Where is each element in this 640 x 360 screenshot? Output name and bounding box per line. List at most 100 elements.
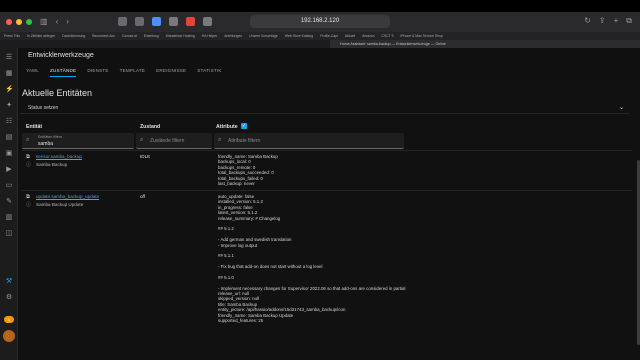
energy-icon[interactable]: ⚡ xyxy=(5,86,14,94)
home-assistant-app: ☰ ▦ ⚡ ✦ ☷ ▤ ▣ ▶ ▭ ✎ ▥ ◫ ⚒ ⚙ 1 Entwickler… xyxy=(0,48,640,360)
attributes-filter-field[interactable]: ⌕ xyxy=(214,133,404,149)
bookmark-item[interactable]: Press This xyxy=(4,34,20,38)
table-row: ⧉ update.samba_backup_update ⓘ Samba Bac… xyxy=(22,190,632,358)
bookmark-item[interactable]: Unsere Vorschläge xyxy=(249,34,278,38)
entity-filter-value: samba xyxy=(38,141,54,147)
info-icon[interactable]: ⓘ xyxy=(26,161,31,168)
hacs-icon[interactable]: ▣ xyxy=(5,150,13,158)
overview-icon[interactable]: ▦ xyxy=(5,70,13,78)
bookmark-item[interactable]: Aktuell xyxy=(345,34,355,38)
bookmark-item[interactable]: iPhone & Mac Service Shop xyxy=(401,34,443,38)
sidebar-toggle-icon[interactable]: ▥ xyxy=(40,18,48,26)
share-icon[interactable]: ⇪ xyxy=(599,16,606,26)
browser-toolbar: ▥ ‹ › 192.168.2.120 ↻ ⇪ + ⧉ xyxy=(0,12,640,32)
entity-filter-label: Entitäten filtern xyxy=(38,135,62,139)
tab-template[interactable]: TEMPLATE xyxy=(120,68,146,77)
extension-icon[interactable] xyxy=(186,17,195,26)
bookmark-item[interactable]: Beconnect.Acc xyxy=(92,34,115,38)
attribute-line: last_backup: never xyxy=(218,180,255,186)
dev-tools-tabs: YAML ZUSTÄNDE DIENSTE TEMPLATE EREIGNISS… xyxy=(26,68,222,77)
state-filter-field[interactable]: ⌕ xyxy=(136,133,250,149)
search-icon: ⌕ xyxy=(140,137,144,143)
settings-icon[interactable]: ⚙ xyxy=(5,294,13,302)
media-icon[interactable]: ▶ xyxy=(5,166,13,174)
browser-tab-active[interactable]: Home Assistant: samba-backup — Entwickle… xyxy=(330,40,640,48)
tab-overview-icon[interactable]: ⧉ xyxy=(626,16,632,26)
back-icon[interactable]: ‹ xyxy=(56,18,59,26)
search-icon: ⌕ xyxy=(218,137,222,143)
column-header-state[interactable]: Zustand xyxy=(140,124,160,130)
new-tab-icon[interactable]: + xyxy=(614,16,619,26)
entity-friendly-name: Samba Backup Update xyxy=(36,202,84,207)
column-header-attributes: Attribute xyxy=(216,124,238,130)
set-state-label: Status setzen xyxy=(28,105,59,111)
history-icon[interactable]: ▤ xyxy=(5,134,13,142)
window-controls xyxy=(6,19,32,25)
fullscreen-window-button[interactable] xyxy=(26,19,32,25)
close-window-button[interactable] xyxy=(6,19,12,25)
map-icon[interactable]: ✦ xyxy=(5,102,13,110)
copy-icon[interactable]: ⧉ xyxy=(26,154,30,161)
set-state-expander[interactable]: Status setzen ⌄ xyxy=(20,104,630,114)
developer-tools-icon[interactable]: ⚒ xyxy=(5,278,13,286)
extension-icon[interactable] xyxy=(135,17,144,26)
extension-icon[interactable] xyxy=(169,17,178,26)
info-icon[interactable]: ⓘ xyxy=(26,201,31,208)
search-icon: ⌕ xyxy=(26,137,30,143)
tab-statistics[interactable]: STATISTIK xyxy=(197,68,221,77)
logbook-icon[interactable]: ☷ xyxy=(5,118,13,126)
bookmark-item[interactable]: Web Store Katalog xyxy=(285,34,313,38)
notifications-badge[interactable]: 1 xyxy=(4,316,14,323)
bookmark-item[interactable]: HA Helper xyxy=(202,34,217,38)
tab-events[interactable]: EREIGNISSE xyxy=(156,68,186,77)
attributes-checkbox[interactable]: ✓ xyxy=(241,123,247,129)
page-title: Entwicklerwerkzeuge xyxy=(28,52,94,59)
extension-icon[interactable] xyxy=(203,17,212,26)
bookmark-item[interactable]: Amazon xyxy=(362,34,374,38)
entity-attributes: auto_update: false installed_version: 5.… xyxy=(218,194,518,323)
extension-icons xyxy=(118,17,212,26)
bookmark-item[interactable]: Einleitung xyxy=(144,34,159,38)
screen: ▥ ‹ › 192.168.2.120 ↻ ⇪ + ⧉ Press This I… xyxy=(0,0,640,360)
attributes-filter-input[interactable] xyxy=(228,136,328,146)
bookmark-item[interactable]: Profile-Capi xyxy=(320,34,338,38)
reload-icon[interactable]: ↻ xyxy=(584,16,591,26)
main-panel: Entwicklerwerkzeuge YAML ZUSTÄNDE DIENST… xyxy=(18,48,640,360)
minimize-window-button[interactable] xyxy=(16,19,22,25)
bookmark-item[interactable]: Wanderbar Hosting xyxy=(166,34,195,38)
toolbar-right: ↻ ⇪ + ⧉ xyxy=(584,16,632,26)
terminal-icon[interactable]: ▭ xyxy=(5,182,13,190)
page-header: Entwicklerwerkzeuge YAML ZUSTÄNDE DIENST… xyxy=(18,48,640,80)
entity-id-link[interactable]: update.samba_backup_update xyxy=(36,194,99,199)
bookmark-item[interactable]: Anleitungen xyxy=(224,34,242,38)
bookmark-item[interactable]: Dachdämmung xyxy=(62,34,85,38)
extension-icon[interactable] xyxy=(152,17,161,26)
entity-state: off xyxy=(140,194,146,199)
entity-filter-field[interactable]: ⌕ Entitäten filtern samba xyxy=(22,133,134,149)
address-bar[interactable]: 192.168.2.120 xyxy=(250,15,390,28)
tab-yaml[interactable]: YAML xyxy=(26,68,39,77)
states-content: Aktuelle Entitäten Status setzen ⌄ Entit… xyxy=(18,80,640,360)
bookmark-item[interactable]: Conrad.at xyxy=(122,34,137,38)
bookmark-item[interactable]: In Zielliste ablegen xyxy=(27,34,55,38)
entity-state: IDLE xyxy=(140,154,151,159)
tab-services[interactable]: DIENSTE xyxy=(87,68,108,77)
entity-attributes: friendly_name: Samba Backup backups_loca… xyxy=(218,154,518,186)
entity-id-link[interactable]: sensor.samba_backup xyxy=(36,154,82,159)
section-title: Aktuelle Entitäten xyxy=(22,88,93,98)
calendar-icon[interactable]: ▥ xyxy=(5,214,13,222)
bookmark-item[interactable]: CSCT 9 xyxy=(382,34,394,38)
menu-icon[interactable]: ☰ xyxy=(5,54,13,62)
entity-friendly-name: Samba Backup xyxy=(36,162,68,167)
browser-tab-strip: Home Assistant: samba-backup — Entwickle… xyxy=(0,40,640,48)
settings-alt-icon[interactable]: ◫ xyxy=(5,230,13,238)
table-row: ⧉ sensor.samba_backup ⓘ Samba Backup IDL… xyxy=(22,150,632,190)
bookmarks-bar: Press This In Zielliste ablegen Dachdämm… xyxy=(0,32,640,40)
extension-icon[interactable] xyxy=(118,17,127,26)
avatar[interactable] xyxy=(3,330,15,342)
column-header-entity[interactable]: Entität xyxy=(26,124,42,130)
tab-states[interactable]: ZUSTÄNDE xyxy=(49,68,77,77)
forward-icon[interactable]: › xyxy=(66,18,69,26)
copy-icon[interactable]: ⧉ xyxy=(26,194,30,201)
file-editor-icon[interactable]: ✎ xyxy=(5,198,13,206)
